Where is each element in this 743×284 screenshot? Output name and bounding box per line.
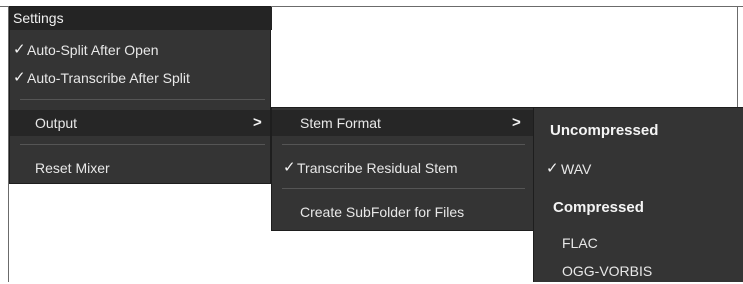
menu-item-label: Transcribe Residual Stem: [297, 160, 458, 176]
menu-item-label: FLAC: [562, 235, 598, 251]
settings-menu: Settings ✓ Auto-Split After Open ✓ Auto-…: [9, 6, 272, 184]
stem-format-submenu: Uncompressed ✓ WAV Compressed FLAC OGG-V…: [533, 107, 743, 282]
checkmark-icon: ✓: [546, 160, 559, 177]
chevron-right-icon: >: [512, 114, 521, 131]
output-submenu: Stem Format > ✓ Transcribe Residual Stem…: [271, 107, 534, 231]
menu-separator: [282, 188, 525, 189]
menu-item-ogg-vorbis[interactable]: OGG-VORBIS: [534, 258, 742, 284]
checkmark-icon: ✓: [13, 69, 26, 86]
menu-item-label: Create SubFolder for Files: [300, 204, 465, 220]
checkmark-icon: ✓: [13, 41, 26, 58]
menu-item-create-subfolder[interactable]: Create SubFolder for Files: [272, 199, 533, 225]
menu-item-reset-mixer[interactable]: Reset Mixer: [10, 155, 270, 181]
menu-item-auto-transcribe[interactable]: ✓ Auto-Transcribe After Split: [10, 65, 270, 91]
menu-item-label: Output: [35, 115, 78, 131]
uncompressed-heading: Uncompressed: [550, 122, 659, 139]
menu-item-label: Auto-Split After Open: [27, 42, 159, 58]
menu-separator: [20, 99, 265, 100]
menu-item-output[interactable]: Output >: [10, 110, 270, 136]
menu-item-label: Stem Format: [300, 115, 381, 131]
menu-item-flac[interactable]: FLAC: [534, 230, 742, 256]
menu-separator: [20, 144, 265, 145]
menu-item-auto-split[interactable]: ✓ Auto-Split After Open: [10, 37, 270, 63]
menu-separator: [282, 144, 525, 145]
checkmark-icon: ✓: [283, 159, 296, 176]
chevron-right-icon: >: [253, 114, 262, 131]
settings-menu-title: Settings: [10, 7, 272, 30]
menu-item-stem-format[interactable]: Stem Format >: [272, 110, 533, 136]
menu-item-label: OGG-VORBIS: [562, 263, 653, 279]
menu-item-label: WAV: [561, 161, 592, 177]
compressed-heading: Compressed: [553, 199, 644, 216]
menu-item-label: Auto-Transcribe After Split: [27, 70, 190, 86]
menu-item-transcribe-residual[interactable]: ✓ Transcribe Residual Stem: [272, 155, 533, 181]
menu-item-wav[interactable]: ✓ WAV: [534, 156, 742, 182]
menu-item-label: Reset Mixer: [35, 160, 110, 176]
